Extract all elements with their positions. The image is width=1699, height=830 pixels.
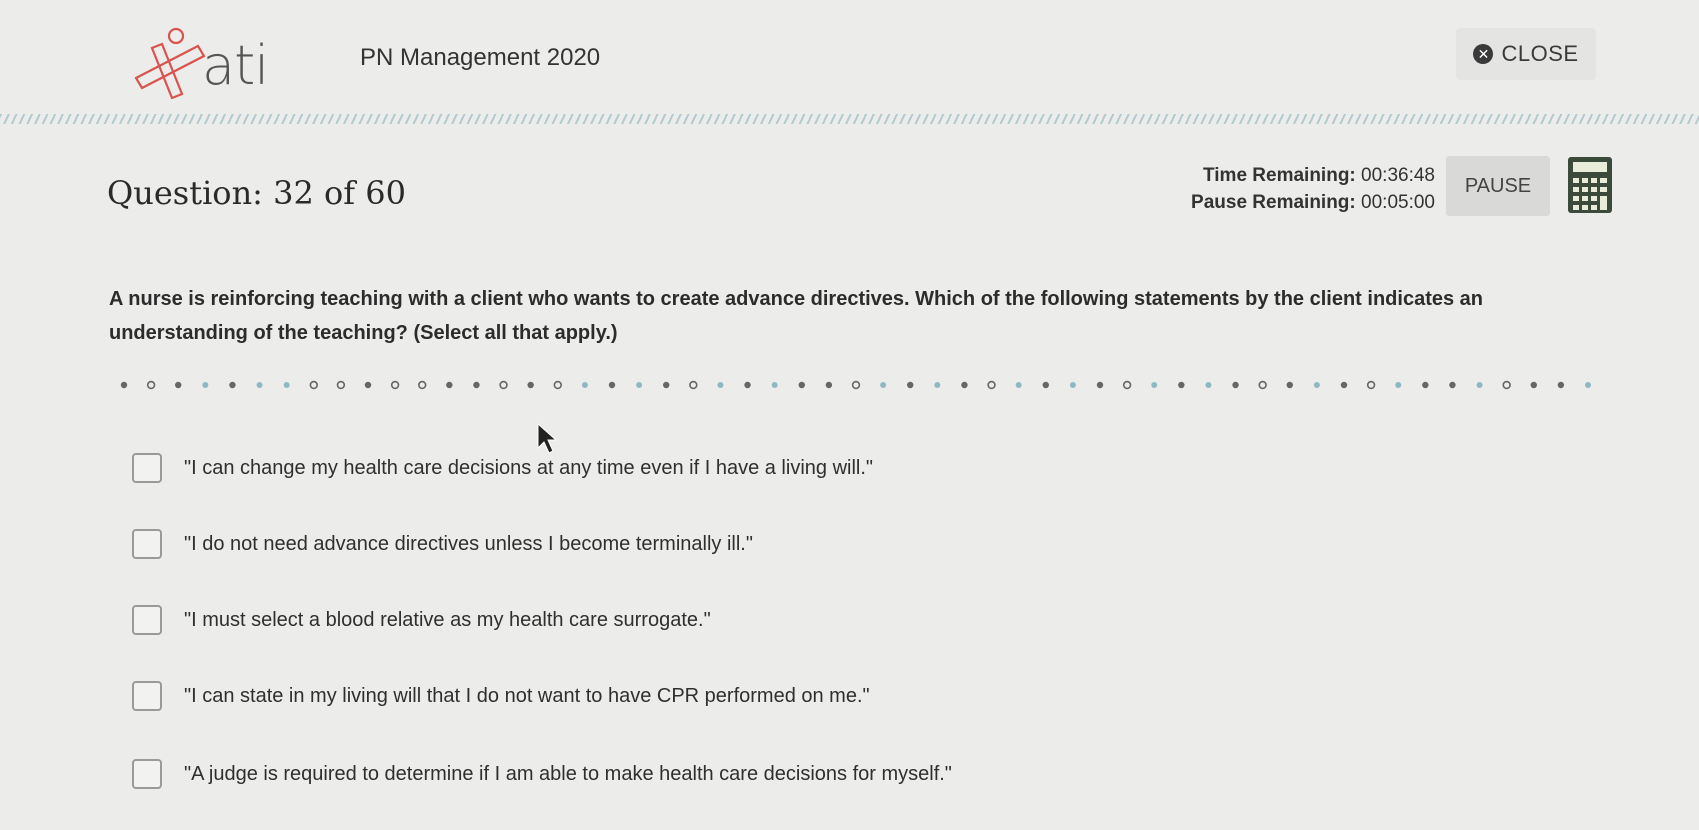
separator-dot (499, 380, 508, 390)
separator-dot (309, 380, 318, 390)
separator-dot (1205, 382, 1212, 388)
separator-dot (1476, 382, 1483, 388)
ati-logo: ati (128, 22, 288, 106)
checkbox[interactable] (132, 453, 162, 483)
header-divider (0, 114, 1699, 124)
separator-dot (851, 380, 861, 390)
separator-dot (636, 382, 643, 388)
separator-dot (527, 381, 534, 389)
separator-dot (1286, 381, 1293, 389)
separator-dot (798, 381, 805, 389)
separator-dot (880, 382, 887, 388)
separator-dot (771, 382, 778, 388)
calculator-icon (1568, 157, 1612, 213)
separator-dot (1069, 382, 1076, 388)
calculator-button[interactable] (1567, 156, 1613, 214)
separator-dot (473, 381, 480, 389)
app-title: PN Management 2020 (360, 44, 601, 71)
separator-dot (717, 382, 724, 388)
pause-remaining-label: Pause Remaining: (1191, 192, 1356, 213)
answer-option-4[interactable]: "I can state in my living will that I do… (132, 676, 870, 716)
separator-dot (418, 380, 427, 390)
time-remaining-value: 00:36:48 (1361, 165, 1435, 186)
separator-dot (1366, 380, 1376, 390)
question-number: Question: 32 of 60 (107, 174, 407, 212)
separator-dot (934, 382, 941, 388)
separator-dot (1585, 382, 1591, 388)
pause-button[interactable]: PAUSE (1446, 156, 1550, 216)
separator-dot (663, 381, 670, 389)
separator-dot (202, 382, 209, 388)
separator-dot (1502, 380, 1511, 390)
separator-dot (553, 380, 562, 390)
separator-dot (229, 381, 236, 389)
answer-option-text: "I must select a blood relative as my he… (184, 608, 711, 631)
separator-dot (825, 381, 833, 389)
separator-dot (907, 381, 914, 389)
checkbox[interactable] (132, 681, 162, 711)
separator-dot (336, 380, 346, 390)
header-bar: ati PN Management 2020 ✕ CLOSE (0, 0, 1699, 120)
close-button[interactable]: ✕ CLOSE (1456, 28, 1596, 80)
separator-dot (1258, 380, 1267, 390)
separator-dot (1395, 382, 1402, 388)
answer-option-text: "I can change my health care decisions a… (184, 456, 873, 479)
answer-option-1[interactable]: "I can change my health care decisions a… (132, 448, 873, 488)
separator-dot (283, 382, 290, 388)
answer-option-5[interactable]: "A judge is required to determine if I a… (132, 754, 952, 794)
time-remaining-label: Time Remaining: (1203, 165, 1356, 186)
separator-dot (1122, 380, 1132, 390)
answer-option-text: "I do not need advance directives unless… (184, 532, 753, 555)
answer-option-text: "I can state in my living will that I do… (184, 684, 870, 707)
separator-dot (256, 382, 263, 388)
separator-dot (446, 381, 453, 389)
checkbox[interactable] (132, 529, 162, 559)
checkbox[interactable] (132, 759, 162, 789)
separator-dot (1422, 381, 1429, 389)
separator-dot (1530, 381, 1537, 389)
separator-dot (1096, 381, 1104, 389)
logo-text: ati (202, 34, 269, 97)
separator-dot (1042, 381, 1049, 389)
separator-dot (146, 380, 156, 390)
close-label: CLOSE (1501, 41, 1579, 66)
question-stem: A nurse is reinforcing teaching with a c… (109, 288, 1483, 344)
separator-dot (1232, 381, 1239, 389)
separator-dot (744, 381, 751, 389)
separator-dot (1340, 381, 1348, 389)
separator-dot (1449, 381, 1456, 389)
separator-dot (689, 380, 698, 390)
pause-remaining: Pause Remaining: 00:05:00 (1150, 189, 1435, 216)
dotted-separator (120, 380, 1591, 390)
separator-dot (987, 380, 996, 390)
answer-option-3[interactable]: "I must select a blood relative as my he… (132, 600, 711, 640)
separator-dot (961, 381, 968, 389)
time-remaining: Time Remaining: 00:36:48 (1150, 162, 1435, 189)
timers-panel: Time Remaining: 00:36:48 Pause Remaining… (1150, 162, 1435, 216)
separator-dot (390, 380, 400, 390)
separator-dot (364, 381, 372, 389)
close-icon: ✕ (1473, 44, 1494, 64)
checkbox[interactable] (132, 605, 162, 635)
separator-dot (1151, 382, 1158, 388)
separator-dot (1015, 382, 1022, 388)
ati-figure-icon (134, 27, 206, 100)
separator-dot (1178, 381, 1185, 389)
pause-remaining-value: 00:05:00 (1361, 192, 1435, 213)
separator-dot (608, 381, 616, 389)
separator-dot (581, 382, 588, 388)
answer-option-text: "A judge is required to determine if I a… (184, 762, 952, 785)
answer-option-2[interactable]: "I do not need advance directives unless… (132, 524, 753, 564)
separator-dot (120, 381, 128, 389)
separator-dot (1557, 381, 1565, 389)
separator-dot (1313, 382, 1320, 388)
separator-dot (175, 381, 182, 389)
